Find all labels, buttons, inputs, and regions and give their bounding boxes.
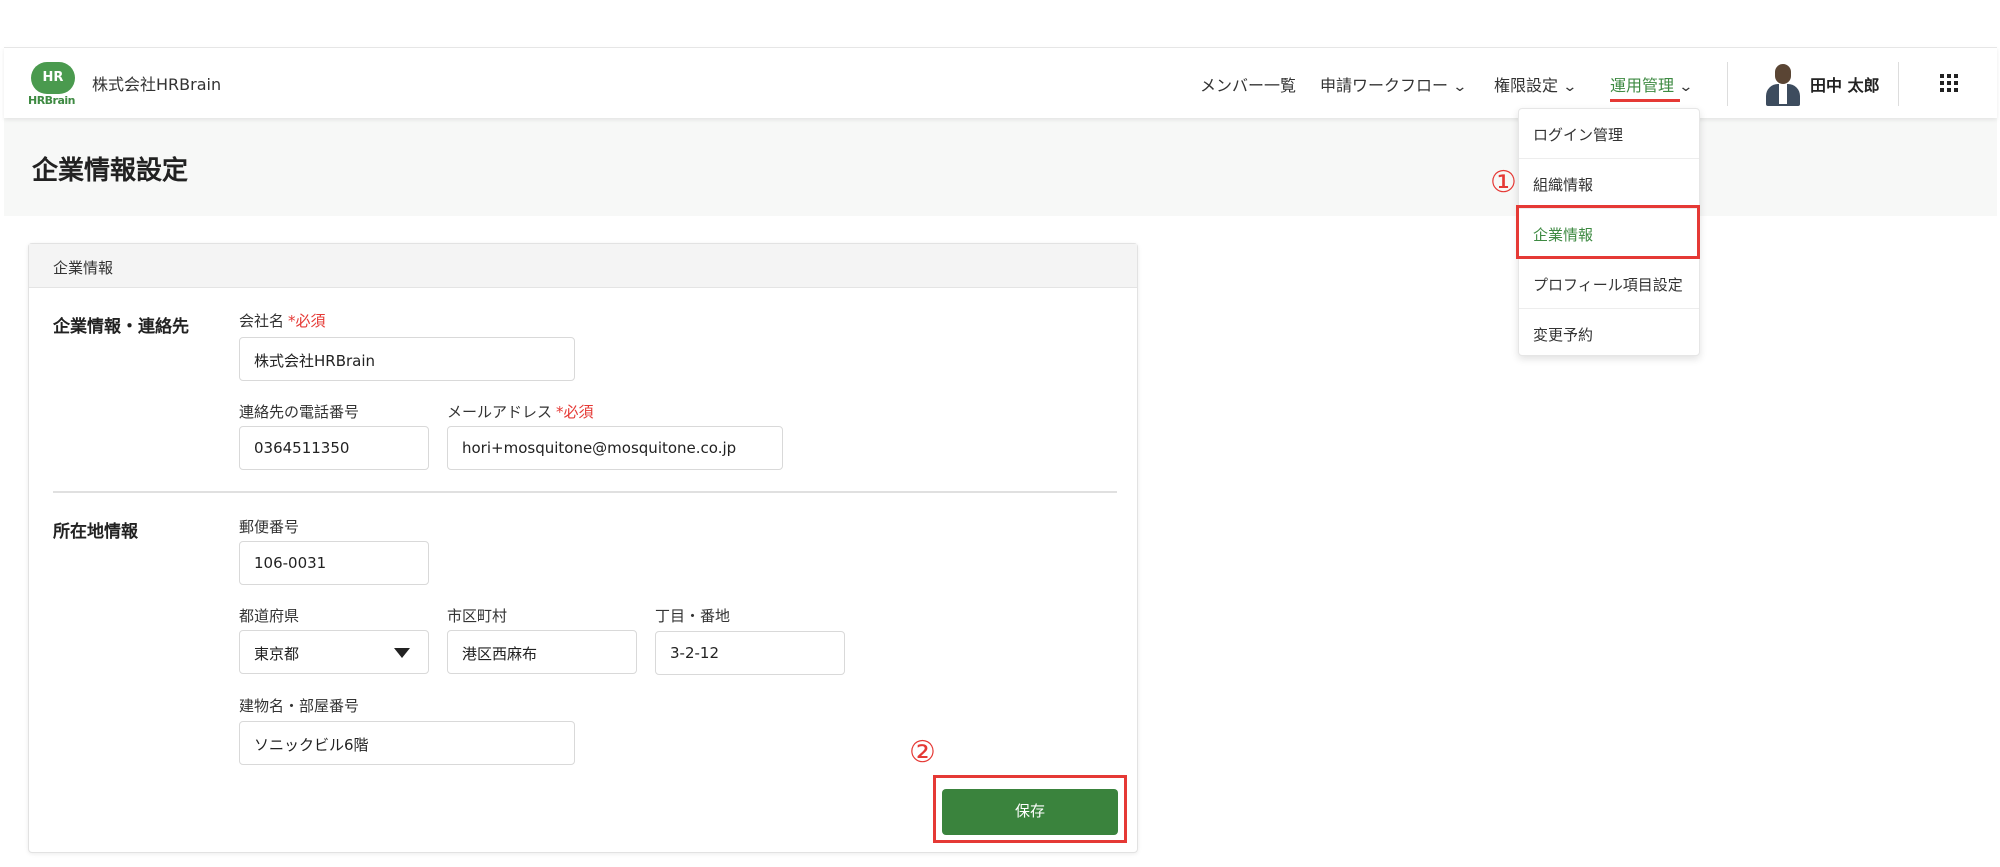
menu-item-scheduled-changes[interactable]: 変更予約 [1519, 309, 1699, 359]
nav-permissions[interactable]: 権限設定 ⌄ [1494, 72, 1578, 96]
section-divider [53, 491, 1117, 493]
nav-operations[interactable]: 運用管理 ⌄ [1610, 72, 1694, 102]
nav-member-list[interactable]: メンバー一覧 [1200, 72, 1296, 96]
chevron-down-icon: ⌄ [1452, 79, 1468, 95]
select-value: 東京都 [254, 645, 300, 663]
logo-bubble: HR [31, 62, 75, 94]
chevron-down-icon: ⌄ [1562, 79, 1578, 95]
caret-down-icon [394, 648, 410, 658]
building-field[interactable]: ソニックビル6階 [239, 721, 575, 765]
nav-label: 運用管理 [1610, 76, 1675, 95]
nav-workflow[interactable]: 申請ワークフロー ⌄ [1320, 72, 1468, 96]
divider [1727, 62, 1728, 106]
label-text: メールアドレス [447, 403, 553, 421]
page-title: 企業情報設定 [32, 156, 189, 186]
city-field[interactable]: 港区西麻布 [447, 630, 637, 674]
required-mark: *必須 [288, 312, 326, 330]
prefecture-select[interactable]: 東京都 [239, 630, 429, 674]
divider [1898, 62, 1899, 106]
company-info-card: 企業情報 企業情報・連絡先 会社名 *必須 株式会社HRBrain 連絡先の電話番… [28, 243, 1138, 853]
address-section-label: 所在地情報 [53, 522, 138, 542]
email-field[interactable]: hori+mosquitone@mosquitone.co.jp [447, 426, 783, 470]
nav-label: 申請ワークフロー [1320, 76, 1449, 95]
menu-item-organization-info[interactable]: 組織情報 [1519, 159, 1699, 209]
menu-item-profile-settings[interactable]: プロフィール項目設定 [1519, 259, 1699, 309]
avatar-head [1775, 64, 1791, 84]
phone-field[interactable]: 0364511350 [239, 426, 429, 470]
company-name-label: 会社名 *必須 [239, 310, 326, 331]
company-name: 株式会社HRBrain [92, 75, 222, 94]
hrbrain-logo[interactable]: HR HRBrain [28, 62, 78, 108]
street-field[interactable]: 3-2-12 [655, 631, 845, 675]
logo-text: HRBrain [28, 94, 76, 107]
user-name[interactable]: 田中 太郎 [1810, 72, 1880, 96]
nav-label: メンバー一覧 [1200, 76, 1297, 95]
contact-section-label: 企業情報・連絡先 [53, 317, 189, 337]
card-header: 企業情報 [29, 244, 1137, 288]
annotation-step-2: ② [909, 735, 936, 770]
email-label: メールアドレス *必須 [447, 401, 594, 422]
street-label: 丁目・番地 [655, 607, 731, 625]
phone-label: 連絡先の電話番号 [239, 403, 360, 421]
prefecture-label: 都道府県 [239, 607, 300, 625]
annotation-highlight-company-info [1516, 205, 1700, 259]
user-avatar[interactable] [1762, 62, 1802, 106]
label-text: 会社名 [239, 312, 285, 330]
apps-grid-icon[interactable] [1940, 74, 1958, 92]
company-name-field[interactable]: 株式会社HRBrain [239, 337, 575, 381]
postal-code-field[interactable]: 106-0031 [239, 541, 429, 585]
chevron-down-icon: ⌄ [1678, 79, 1694, 95]
city-label: 市区町村 [447, 607, 508, 625]
building-label: 建物名・部屋番号 [239, 697, 360, 715]
postal-label: 郵便番号 [239, 518, 300, 536]
active-underline [1610, 99, 1680, 102]
required-mark: *必須 [556, 403, 594, 421]
save-button[interactable]: 保存 [942, 789, 1118, 835]
avatar-shirt [1779, 84, 1787, 104]
nav-label: 権限設定 [1494, 76, 1559, 95]
annotation-step-1: ① [1490, 165, 1517, 200]
top-header: HR HRBrain 株式会社HRBrain メンバー一覧 申請ワークフロー ⌄ … [4, 47, 1997, 118]
menu-item-login-management[interactable]: ログイン管理 [1519, 109, 1699, 159]
